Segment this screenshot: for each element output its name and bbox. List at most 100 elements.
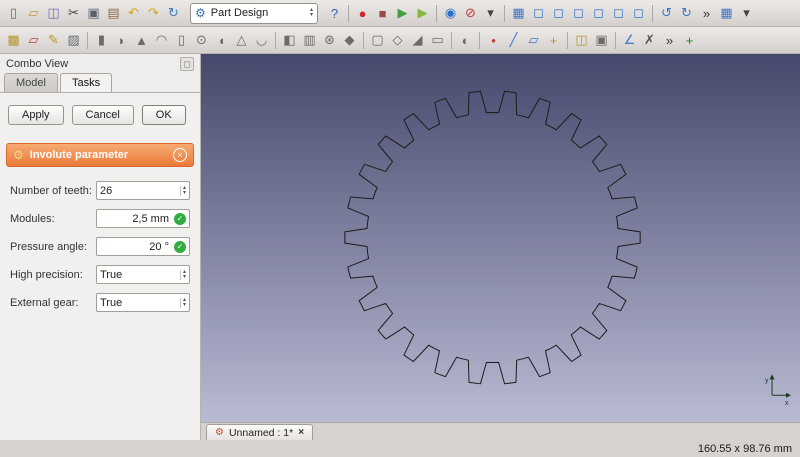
groove-icon[interactable]: ◖ [212, 30, 231, 50]
external-gear-spinners[interactable]: ▴ ▾ [179, 297, 186, 308]
local-coordinate-system-icon[interactable]: + [544, 30, 563, 50]
copy-icon[interactable]: ▣ [84, 3, 103, 23]
axis-cross-toggle-icon[interactable]: + [680, 30, 699, 50]
combo-view-tabs: Model Tasks [0, 73, 200, 93]
view-bottom-icon[interactable]: ◻ [609, 3, 628, 23]
tasks-panel: Apply Cancel OK ⚙ Involute parameter × N… [0, 93, 200, 440]
undo-icon[interactable]: ↶ [124, 3, 143, 23]
valid-check-icon: ✓ [174, 240, 186, 253]
multitransform-icon[interactable]: ◆ [340, 30, 359, 50]
revolution-icon[interactable]: ◗ [112, 30, 131, 50]
teeth-spinners[interactable]: ▴ ▾ [179, 185, 186, 196]
draft-icon[interactable]: ◢ [408, 30, 427, 50]
pad-icon[interactable]: ▮ [92, 30, 111, 50]
panel-float-icon[interactable]: ◻ [180, 57, 194, 71]
subtractive-loft-icon[interactable]: △ [232, 30, 251, 50]
freecad-document-icon: ⚙ [215, 427, 224, 438]
edit-sketch-icon[interactable]: ✎ [44, 30, 63, 50]
rotate-left-icon[interactable]: ↺ [657, 3, 676, 23]
polar-pattern-icon[interactable]: ⊛ [320, 30, 339, 50]
view-isometric-icon[interactable]: ▦ [509, 3, 528, 23]
apply-button[interactable]: Apply [8, 105, 64, 125]
whatsthis-icon[interactable]: ? [325, 3, 344, 23]
high-precision-combobox[interactable]: True ▴ ▾ [96, 265, 190, 284]
refresh-icon[interactable]: ↻ [164, 3, 183, 23]
rotate-right-icon[interactable]: ↻ [677, 3, 696, 23]
datum-line-icon[interactable]: ╱ [504, 30, 523, 50]
create-body-icon[interactable]: ▩ [4, 30, 23, 50]
ok-button[interactable]: OK [141, 105, 186, 125]
measure-clear-icon[interactable]: ✗ [640, 30, 659, 50]
high-precision-spinners[interactable]: ▴ ▾ [179, 269, 186, 280]
measure-angle-icon[interactable]: ∠ [620, 30, 639, 50]
external-gear-combobox[interactable]: True ▴ ▾ [96, 293, 190, 312]
zoom-fit-all-icon[interactable]: ◉ [441, 3, 460, 23]
dropdown-arrow-icon[interactable]: ▾ [481, 3, 500, 23]
save-icon[interactable]: ◫ [44, 3, 63, 23]
chamfer-icon[interactable]: ◇ [388, 30, 407, 50]
teeth-spinbox[interactable]: 26 ▴ ▾ [96, 181, 190, 200]
document-tab-close-icon[interactable]: × [298, 427, 304, 438]
form-row-teeth: Number of teeth: 26 ▴ ▾ [10, 181, 190, 200]
macro-execute-icon[interactable]: ▶ [393, 3, 412, 23]
view-cube-icon[interactable]: ▦ [717, 3, 736, 23]
toolbar-overflow-icon[interactable]: » [697, 3, 716, 23]
macro-stop-icon[interactable]: ■ [373, 3, 392, 23]
workbench-selector[interactable]: ⚙ Part Design ▴ ▾ [190, 2, 318, 24]
cancel-button[interactable]: Cancel [71, 105, 134, 125]
toolbar-overflow-icon[interactable]: » [660, 30, 679, 50]
viewport-column: y x ⚙ Unnamed : 1* × [201, 54, 800, 440]
hole-icon[interactable]: ⊙ [192, 30, 211, 50]
view-right-icon[interactable]: ◻ [569, 3, 588, 23]
toolbar-primary: ▯ ▱ ◫ ✂ ▣ ▤ ↶ ↷ ↻ ⚙ Part Design ▴ ▾ ? ● ■ ▶ ▶ ◉ ⊘ ▾ ▦ ◻ ◻ ◻… [0, 0, 800, 27]
form-row-external-gear: External gear: True ▴ ▾ [10, 293, 190, 312]
document-tab[interactable]: ⚙ Unnamed : 1* × [206, 424, 314, 440]
mirrored-icon[interactable]: ◧ [280, 30, 299, 50]
toolbar-partdesign: ▩ ▱ ✎ ▨ ▮ ◗ ▲ ◠ ▯ ⊙ ◖ △ ◡ ◧ ▥ ⊛ ◆ ▢ ◇ ◢ ▭ ◐ • ╱ ▱ + ◫ ▣ ∠ ✗» + [0, 27, 800, 54]
datum-plane-icon[interactable]: ▱ [524, 30, 543, 50]
cut-icon[interactable]: ✂ [64, 3, 83, 23]
spin-down-icon: ▾ [309, 12, 313, 18]
gear-icon: ⚙ [13, 148, 24, 162]
subtractive-pipe-icon[interactable]: ◡ [252, 30, 271, 50]
draw-style-icon[interactable]: ⊘ [461, 3, 480, 23]
additive-loft-icon[interactable]: ▲ [132, 30, 151, 50]
open-document-icon[interactable]: ▱ [24, 3, 43, 23]
modules-input[interactable]: 2,5 mm ✓ [96, 209, 190, 228]
view-left-icon[interactable]: ◻ [629, 3, 648, 23]
tab-tasks[interactable]: Tasks [59, 73, 113, 92]
map-sketch-icon[interactable]: ▨ [64, 30, 83, 50]
create-sketch-icon[interactable]: ▱ [24, 30, 43, 50]
new-document-icon[interactable]: ▯ [4, 3, 23, 23]
task-header-title: Involute parameter [29, 149, 129, 161]
clone-icon[interactable]: ▣ [592, 30, 611, 50]
boolean-operation-icon[interactable]: ◐ [456, 30, 475, 50]
external-gear-label: External gear: [10, 296, 79, 309]
high-precision-value: True [100, 268, 123, 281]
view-rear-icon[interactable]: ◻ [589, 3, 608, 23]
3d-viewport[interactable]: y x [201, 54, 800, 422]
toolbar-separator [652, 4, 653, 22]
high-precision-label: High precision: [10, 268, 83, 281]
pressure-angle-value: 20 ° [149, 240, 169, 253]
macro-debug-icon[interactable]: ▶ [413, 3, 432, 23]
view-top-icon[interactable]: ◻ [549, 3, 568, 23]
fillet-icon[interactable]: ▢ [368, 30, 387, 50]
macro-record-icon[interactable]: ● [353, 3, 372, 23]
redo-icon[interactable]: ↷ [144, 3, 163, 23]
toolbar-separator [275, 31, 276, 49]
datum-point-icon[interactable]: • [484, 30, 503, 50]
paste-icon[interactable]: ▤ [104, 3, 123, 23]
task-close-icon[interactable]: × [173, 148, 187, 162]
tab-model[interactable]: Model [4, 73, 58, 92]
pressure-angle-input[interactable]: 20 ° ✓ [96, 237, 190, 256]
dropdown-arrow-icon[interactable]: ▾ [737, 3, 756, 23]
workbench-selector-spinners[interactable]: ▴ ▾ [309, 7, 313, 18]
thickness-icon[interactable]: ▭ [428, 30, 447, 50]
shape-binder-icon[interactable]: ◫ [572, 30, 591, 50]
linear-pattern-icon[interactable]: ▥ [300, 30, 319, 50]
spin-down-icon: ▾ [182, 189, 186, 196]
pocket-icon[interactable]: ▯ [172, 30, 191, 50]
additive-pipe-icon[interactable]: ◠ [152, 30, 171, 50]
view-front-icon[interactable]: ◻ [529, 3, 548, 23]
